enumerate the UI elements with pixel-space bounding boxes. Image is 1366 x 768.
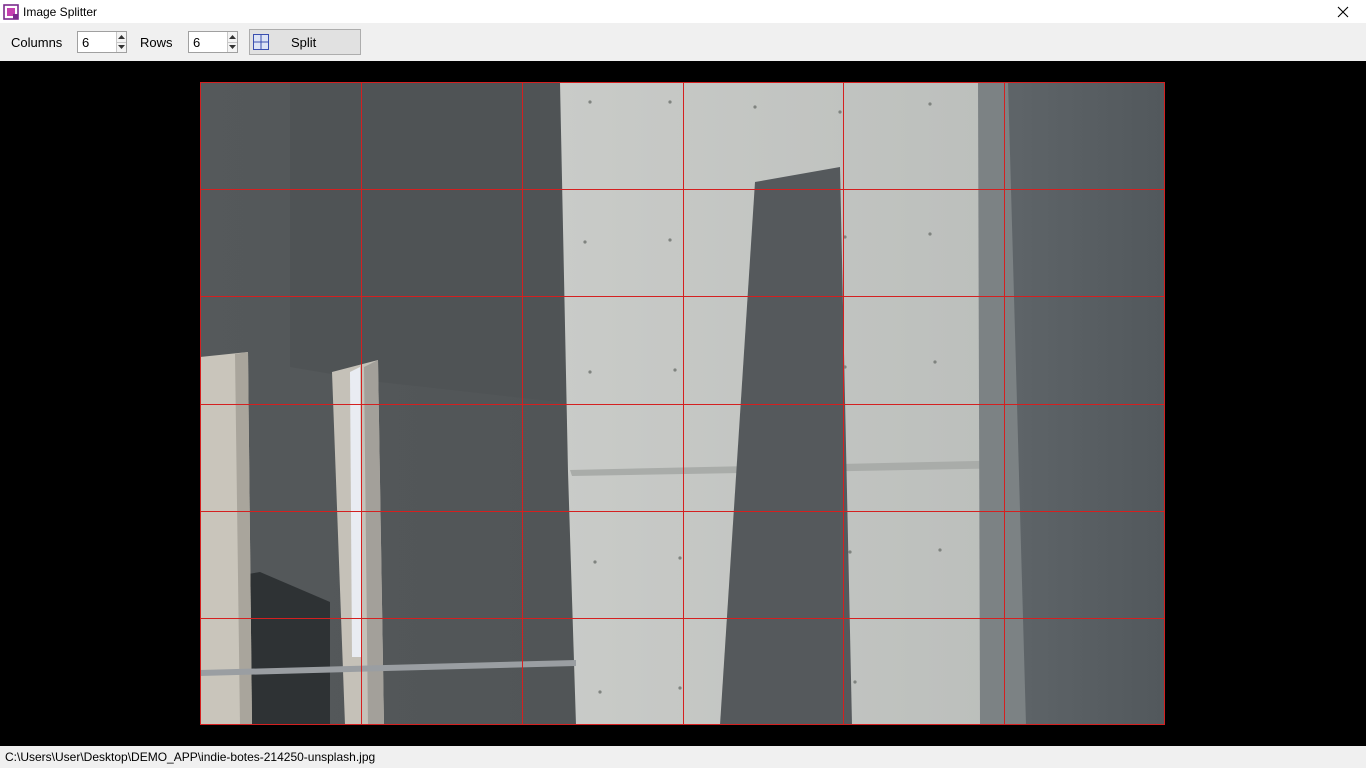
columns-stepper[interactable] (77, 31, 127, 53)
image-splitter-icon (3, 3, 19, 20)
grid-border (200, 82, 1165, 725)
preview-image (200, 82, 1165, 725)
rows-increment-button[interactable] (228, 32, 237, 43)
image-splitter-window: Image Splitter Columns Rows (0, 0, 1366, 768)
status-bar: C:\Users\User\Desktop\DEMO_APP\indie-bot… (0, 746, 1366, 768)
rows-label: Rows (140, 34, 173, 50)
chevron-up-icon (118, 34, 125, 39)
file-path: C:\Users\User\Desktop\DEMO_APP\indie-bot… (5, 750, 376, 764)
rows-input[interactable] (189, 32, 227, 52)
columns-increment-button[interactable] (117, 32, 126, 43)
columns-input[interactable] (78, 32, 116, 52)
title-bar[interactable]: Image Splitter (0, 0, 1366, 23)
columns-label: Columns (11, 34, 63, 50)
split-button[interactable]: Split (249, 29, 361, 55)
window-title: Image Splitter (23, 4, 98, 19)
split-button-label: Split (291, 34, 317, 50)
rows-stepper[interactable] (188, 31, 238, 53)
rows-decrement-button[interactable] (228, 42, 237, 52)
columns-decrement-button[interactable] (117, 42, 126, 52)
close-button[interactable] (1320, 0, 1366, 23)
split-grid-overlay (200, 82, 1165, 725)
image-canvas[interactable] (0, 61, 1366, 746)
chevron-up-icon (229, 34, 236, 39)
chevron-down-icon (229, 45, 236, 50)
grid-icon (253, 34, 269, 50)
close-icon (1337, 6, 1349, 17)
toolbar: Columns Rows (0, 23, 1366, 61)
chevron-down-icon (118, 45, 125, 50)
